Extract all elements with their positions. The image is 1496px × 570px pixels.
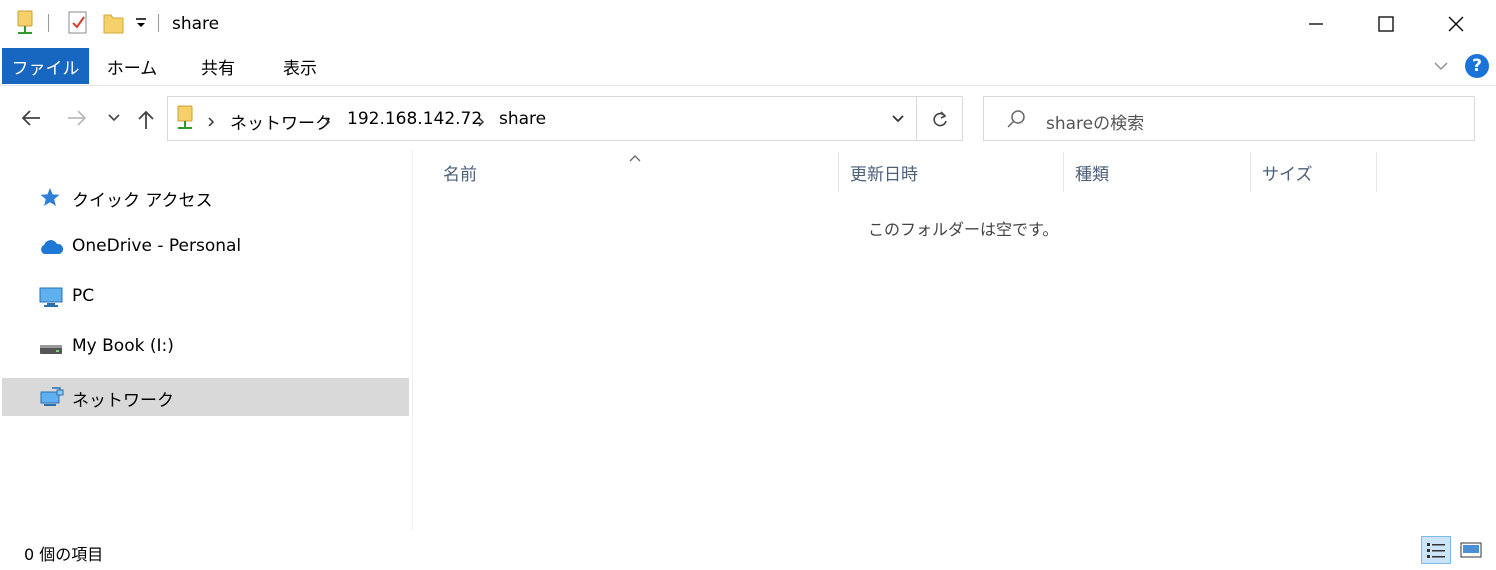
window-title: share [172,14,220,34]
tab-share[interactable]: 共有 [182,48,254,84]
navigation-bar: ネットワーク 192.168.142.72 share shareの検索 [0,86,1496,150]
ribbon-tabs: ファイル ホーム 共有 表示 ? [0,48,1496,86]
tab-view[interactable]: 表示 [264,48,336,84]
column-header-size[interactable]: サイズ [1262,152,1376,192]
sidebar-item-network[interactable]: ネットワーク [2,378,409,416]
empty-folder-message: このフォルダーは空です。 [868,220,1059,239]
breadcrumb-chevron-icon[interactable] [206,113,216,132]
new-folder-icon[interactable] [102,10,126,40]
sidebar-item-my-book[interactable]: My Book (I:) [2,328,409,366]
title-bar: share [0,0,1496,48]
tab-file[interactable]: ファイル [2,48,89,84]
breadcrumb-chevron-icon[interactable] [476,113,486,132]
network-drive-icon[interactable] [16,10,36,40]
back-arrow-icon[interactable] [20,108,42,128]
details-view-icon[interactable] [1421,536,1451,564]
drive-icon [38,336,64,358]
breadcrumb-network[interactable]: ネットワーク [230,109,332,134]
column-divider[interactable] [1063,152,1064,192]
column-header-modified[interactable]: 更新日時 [850,152,1063,192]
maximize-icon [1378,16,1394,32]
help-icon[interactable]: ? [1465,54,1489,78]
ribbon-expand-chevron-icon[interactable] [1432,56,1450,78]
large-icons-view-icon[interactable] [1456,536,1486,564]
star-icon [38,186,64,208]
network-location-icon [176,105,196,135]
navigation-pane: クイック アクセス OneDrive - Personal PC My Book… [0,150,412,530]
sidebar-item-label: ネットワーク [72,391,174,411]
customize-dropdown-icon[interactable] [134,15,148,35]
cloud-icon [38,236,64,258]
address-history-dropdown-icon[interactable] [880,97,916,140]
column-divider[interactable] [1376,152,1377,192]
close-button[interactable] [1420,0,1492,48]
qa-divider [158,14,159,32]
close-icon [1448,16,1464,32]
search-placeholder: shareの検索 [1046,114,1145,134]
status-bar: 0 個の項目 [0,530,1496,570]
sidebar-item-label: My Book (I:) [72,336,174,356]
minimize-button[interactable] [1280,0,1352,48]
pane-splitter[interactable] [412,150,413,530]
breadcrumb-share[interactable]: share [499,109,546,129]
up-arrow-icon[interactable] [136,108,156,130]
sidebar-item-pc[interactable]: PC [2,278,409,316]
sidebar-item-label: OneDrive - Personal [72,236,242,256]
search-icon [1006,109,1026,133]
column-divider[interactable] [1250,152,1251,192]
breadcrumb-chevron-icon[interactable] [322,113,332,132]
address-bar[interactable]: ネットワーク 192.168.142.72 share [167,96,963,141]
properties-check-icon[interactable] [67,10,89,40]
column-header-type[interactable]: 種類 [1075,152,1250,192]
tab-home[interactable]: ホーム [96,48,168,84]
sidebar-item-label: PC [72,286,95,306]
network-icon [38,386,64,408]
sidebar-item-onedrive[interactable]: OneDrive - Personal [2,228,409,266]
sidebar-item-label: クイック アクセス [72,191,213,211]
item-count: 0 個の項目 [24,545,104,564]
sidebar-item-quick-access[interactable]: クイック アクセス [2,178,409,216]
qa-divider [48,14,49,32]
monitor-icon [38,286,64,308]
refresh-icon[interactable] [916,97,962,140]
breadcrumb-host[interactable]: 192.168.142.72 [347,109,482,129]
maximize-button[interactable] [1350,0,1422,48]
recent-locations-chevron-icon[interactable] [107,112,121,124]
column-header-name[interactable]: 名前 [443,152,838,192]
column-divider[interactable] [838,152,839,192]
forward-arrow-icon[interactable] [66,108,88,128]
minimize-icon [1309,23,1323,25]
search-input[interactable]: shareの検索 [983,96,1475,141]
